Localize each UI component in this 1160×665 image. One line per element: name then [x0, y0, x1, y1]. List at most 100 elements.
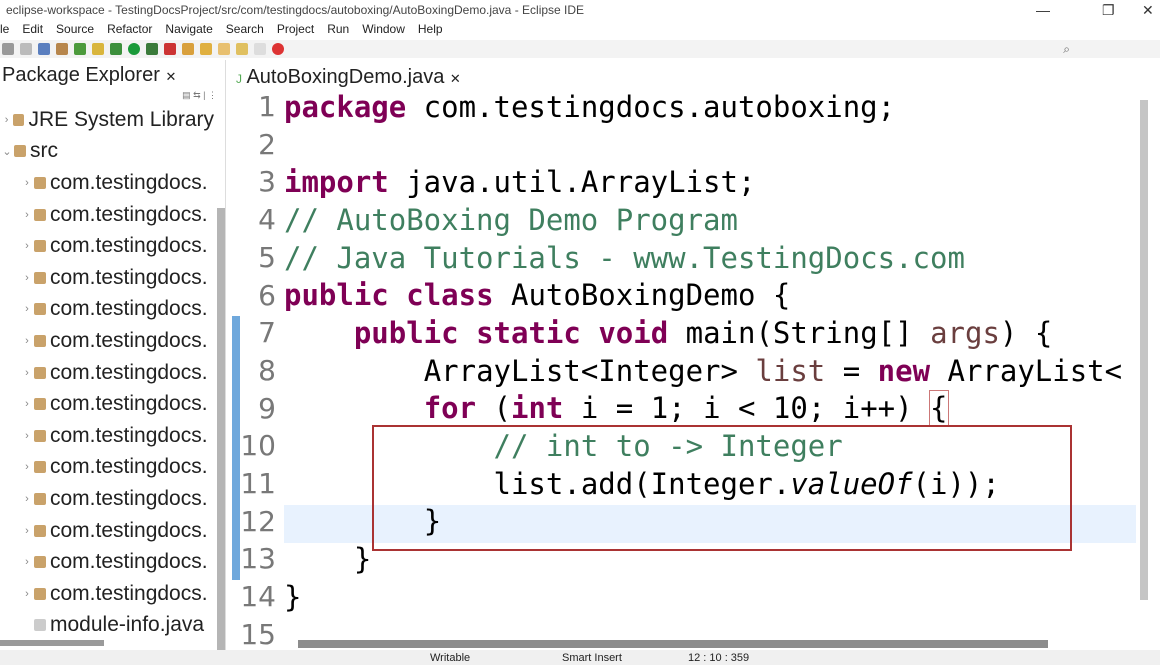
kw: class: [406, 278, 493, 312]
java-file-icon: [34, 619, 46, 631]
tok: main(String[]: [668, 316, 930, 350]
code-line-6: public class AutoBoxingDemo {: [284, 278, 790, 312]
close-tab-icon[interactable]: ✕: [450, 71, 461, 86]
external-tools-icon[interactable]: [164, 43, 176, 55]
new-package-icon[interactable]: [56, 43, 68, 55]
package-icon: [34, 588, 46, 600]
chevron-right-icon[interactable]: ›: [20, 272, 34, 284]
chevron-right-icon[interactable]: ›: [20, 303, 34, 315]
menu-project[interactable]: Project: [277, 22, 314, 40]
tree-item[interactable]: ›com.testingdocs.: [0, 262, 214, 294]
redhat-icon[interactable]: [272, 43, 284, 55]
chevron-right-icon[interactable]: ›: [20, 430, 34, 442]
tree-item[interactable]: › com.testingdocs.: [0, 199, 214, 231]
package-explorer-tab[interactable]: Package Explorer ✕: [0, 60, 225, 90]
menu-file[interactable]: le: [0, 22, 9, 40]
line-number: 7: [238, 316, 276, 349]
tree-item[interactable]: ⌄ src: [0, 136, 214, 168]
search-icon[interactable]: ⌕: [1063, 42, 1070, 57]
tree-item[interactable]: ›com.testingdocs.: [0, 483, 214, 515]
package-icon: [34, 461, 46, 473]
menu-edit[interactable]: Edit: [22, 22, 43, 40]
terminal-icon[interactable]: [38, 43, 50, 55]
tree-item[interactable]: › com.testingdocs.: [0, 388, 214, 420]
menu-help[interactable]: Help: [418, 22, 443, 40]
window-title: eclipse-workspace - TestingDocsProject/s…: [0, 0, 1160, 22]
tree-item[interactable]: ›com.testingdocs.: [0, 515, 214, 547]
debug-icon[interactable]: [110, 43, 122, 55]
editor-hscrollbar[interactable]: [298, 640, 1048, 648]
code-line-1: package com.testingdocs.autoboxing;: [284, 90, 895, 124]
chevron-right-icon[interactable]: ›: [0, 114, 13, 126]
chevron-right-icon[interactable]: ›: [20, 177, 34, 189]
tree-item-label: com.testingdocs.: [50, 392, 208, 416]
search-tool-icon[interactable]: [200, 43, 212, 55]
editor-tab-label: AutoBoxingDemo.java: [246, 66, 444, 88]
status-cursor-position: 12 : 10 : 359: [688, 652, 749, 664]
tree-item-label: com.testingdocs.: [50, 455, 208, 479]
package-icon: [34, 398, 46, 410]
code-line-8: ArrayList<Integer> list = new ArrayList<: [284, 354, 1122, 388]
restore-icon[interactable]: ❐: [1102, 2, 1115, 19]
toolbar: ⌕: [0, 40, 1160, 58]
back-icon[interactable]: [236, 43, 248, 55]
minimize-icon[interactable]: —: [1036, 2, 1050, 18]
tree-item[interactable]: ›com.testingdocs.: [0, 167, 214, 199]
next-annotation-icon[interactable]: [218, 43, 230, 55]
tree-item-label: com.testingdocs.: [50, 203, 208, 227]
chevron-right-icon[interactable]: ›: [20, 335, 34, 347]
chevron-right-icon[interactable]: ›: [20, 525, 34, 537]
forward-icon[interactable]: [254, 43, 266, 55]
chevron-right-icon[interactable]: ›: [20, 493, 34, 505]
line-number: 2: [238, 128, 276, 161]
tree-item[interactable]: ›com.testingdocs.: [0, 325, 214, 357]
chevron-right-icon[interactable]: ›: [20, 398, 34, 410]
open-type-icon[interactable]: [182, 43, 194, 55]
tree-item-label: com.testingdocs.: [50, 582, 208, 606]
tree-scrollbar[interactable]: [217, 208, 225, 653]
new-class-icon[interactable]: [74, 43, 86, 55]
tree-item[interactable]: ›com.testingdocs.: [0, 546, 214, 578]
code-line-3: import java.util.ArrayList;: [284, 165, 755, 199]
tree-item-label: com.testingdocs.: [50, 424, 208, 448]
kw: for: [424, 391, 476, 425]
tree-hscrollbar[interactable]: [0, 640, 104, 646]
menu-run[interactable]: Run: [327, 22, 349, 40]
mark-occurrences-icon[interactable]: [92, 43, 104, 55]
tok: i = 1; i < 10; i++): [563, 391, 930, 425]
package-icon: [34, 177, 46, 189]
line-number: 15: [238, 618, 276, 651]
tree-item-label: src: [30, 139, 58, 163]
run-icon[interactable]: [128, 43, 140, 55]
tree-item[interactable]: › com.testingdocs.: [0, 420, 214, 452]
menu-source[interactable]: Source: [56, 22, 94, 40]
close-icon[interactable]: ✕: [1142, 2, 1154, 19]
chevron-right-icon[interactable]: ›: [20, 240, 34, 252]
menu-window[interactable]: Window: [362, 22, 405, 40]
tree-item[interactable]: ›JRE System Library: [0, 104, 214, 136]
tree-item[interactable]: ›com.testingdocs.: [0, 357, 214, 389]
line-number: 10: [238, 429, 276, 462]
chevron-right-icon[interactable]: ›: [20, 209, 34, 221]
save-all-icon[interactable]: [20, 43, 32, 55]
line-number: 9: [238, 392, 276, 425]
menu-refactor[interactable]: Refactor: [107, 22, 152, 40]
chevron-down-icon[interactable]: ⌄: [0, 145, 14, 158]
chevron-right-icon[interactable]: ›: [20, 367, 34, 379]
tree-item[interactable]: › com.testingdocs.: [0, 578, 214, 610]
editor-vscrollbar[interactable]: [1140, 100, 1148, 600]
tree-item[interactable]: module-info.java: [0, 610, 214, 642]
tree-item[interactable]: ›com.testingdocs.: [0, 294, 214, 326]
tree-item[interactable]: › com.testingdocs.: [0, 452, 214, 484]
tree-item[interactable]: ›com.testingdocs.: [0, 230, 214, 262]
chevron-right-icon[interactable]: ›: [20, 461, 34, 473]
editor-tab[interactable]: J AutoBoxingDemo.java ✕: [232, 60, 465, 90]
package-icon: [34, 430, 46, 442]
close-view-icon[interactable]: ✕: [165, 69, 176, 84]
menu-search[interactable]: Search: [226, 22, 264, 40]
coverage-icon[interactable]: [146, 43, 158, 55]
chevron-right-icon[interactable]: ›: [20, 556, 34, 568]
save-icon[interactable]: [2, 43, 14, 55]
menu-navigate[interactable]: Navigate: [165, 22, 212, 40]
chevron-right-icon[interactable]: ›: [20, 588, 34, 600]
